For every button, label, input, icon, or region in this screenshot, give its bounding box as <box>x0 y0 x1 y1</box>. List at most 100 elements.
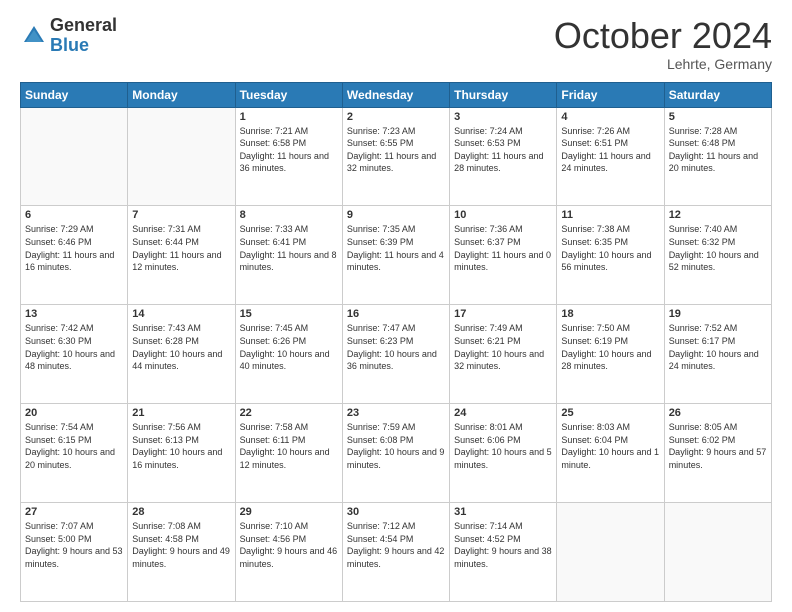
col-monday: Monday <box>128 82 235 107</box>
logo-blue: Blue <box>50 35 89 55</box>
day-cell: 30 Sunrise: 7:12 AM Sunset: 4:54 PM Dayli… <box>342 503 449 602</box>
day-number: 16 <box>347 308 445 320</box>
day-number: 4 <box>561 111 659 123</box>
day-info: Sunrise: 7:07 AM Sunset: 5:00 PM Dayligh… <box>25 520 123 570</box>
day-info: Sunrise: 8:01 AM Sunset: 6:06 PM Dayligh… <box>454 421 552 471</box>
day-cell: 14Sunrise: 7:43 AM Sunset: 6:28 PM Dayli… <box>128 305 235 404</box>
day-number: 15 <box>240 308 338 320</box>
day-number: 5 <box>669 111 767 123</box>
title-block: October 2024 Lehrte, Germany <box>554 16 772 72</box>
logo: General Blue <box>20 16 117 56</box>
calendar-table: Sunday Monday Tuesday Wednesday Thursday… <box>20 82 772 602</box>
day-cell: 21 Sunrise: 7:56 AM Sunset: 6:13 PM Dayli… <box>128 404 235 503</box>
day-cell: 15 Sunrise: 7:45 AM Sunset: 6:26 PM Dayli… <box>235 305 342 404</box>
day-info: Sunrise: 7:12 AM Sunset: 4:54 PM Dayligh… <box>347 520 445 570</box>
day-info: Sunrise: 7:36 AM Sunset: 6:37 PM Dayligh… <box>454 223 552 273</box>
day-cell <box>21 107 128 206</box>
day-info: Sunrise: 7:10 AM Sunset: 4:56 PM Dayligh… <box>240 520 338 570</box>
col-tuesday: Tuesday <box>235 82 342 107</box>
day-number: 28 <box>132 506 230 518</box>
day-info: Sunrise: 7:52 AM Sunset: 6:17 PM Dayligh… <box>669 322 767 372</box>
day-info: Sunrise: 7:47 AM Sunset: 6:23 PM Dayligh… <box>347 322 445 372</box>
day-cell: 9Sunrise: 7:35 AM Sunset: 6:39 PM Daylig… <box>342 206 449 305</box>
day-number: 21 <box>132 407 230 419</box>
day-cell: 5Sunrise: 7:28 AM Sunset: 6:48 PM Daylig… <box>664 107 771 206</box>
day-info: Sunrise: 7:56 AM Sunset: 6:13 PM Dayligh… <box>132 421 230 471</box>
day-cell: 29 Sunrise: 7:10 AM Sunset: 4:56 PM Dayli… <box>235 503 342 602</box>
day-info: Sunrise: 7:49 AM Sunset: 6:21 PM Dayligh… <box>454 322 552 372</box>
day-number: 18 <box>561 308 659 320</box>
day-number: 13 <box>25 308 123 320</box>
day-number: 12 <box>669 209 767 221</box>
day-number: 2 <box>347 111 445 123</box>
week-row-5: 27 Sunrise: 7:07 AM Sunset: 5:00 PM Dayli… <box>21 503 772 602</box>
location: Lehrte, Germany <box>554 56 772 72</box>
day-info: Sunrise: 7:26 AM Sunset: 6:51 PM Dayligh… <box>561 125 659 175</box>
day-number: 19 <box>669 308 767 320</box>
day-number: 25 <box>561 407 659 419</box>
day-cell: 2 Sunrise: 7:23 AM Sunset: 6:55 PM Daylig… <box>342 107 449 206</box>
day-cell: 12Sunrise: 7:40 AM Sunset: 6:32 PM Dayli… <box>664 206 771 305</box>
day-info: Sunrise: 8:05 AM Sunset: 6:02 PM Dayligh… <box>669 421 767 471</box>
day-info: Sunrise: 7:50 AM Sunset: 6:19 PM Dayligh… <box>561 322 659 372</box>
day-info: Sunrise: 7:21 AM Sunset: 6:58 PM Dayligh… <box>240 125 338 175</box>
day-info: Sunrise: 7:33 AM Sunset: 6:41 PM Dayligh… <box>240 223 338 273</box>
day-number: 6 <box>25 209 123 221</box>
day-cell: 17Sunrise: 7:49 AM Sunset: 6:21 PM Dayli… <box>450 305 557 404</box>
day-cell <box>128 107 235 206</box>
day-info: Sunrise: 7:58 AM Sunset: 6:11 PM Dayligh… <box>240 421 338 471</box>
col-thursday: Thursday <box>450 82 557 107</box>
day-number: 20 <box>25 407 123 419</box>
day-number: 27 <box>25 506 123 518</box>
day-number: 23 <box>347 407 445 419</box>
day-number: 26 <box>669 407 767 419</box>
day-number: 11 <box>561 209 659 221</box>
day-cell: 24 Sunrise: 8:01 AM Sunset: 6:06 PM Dayli… <box>450 404 557 503</box>
day-number: 8 <box>240 209 338 221</box>
day-info: Sunrise: 7:24 AM Sunset: 6:53 PM Dayligh… <box>454 125 552 175</box>
day-number: 31 <box>454 506 552 518</box>
day-number: 29 <box>240 506 338 518</box>
day-cell: 7Sunrise: 7:31 AM Sunset: 6:44 PM Daylig… <box>128 206 235 305</box>
header-row: Sunday Monday Tuesday Wednesday Thursday… <box>21 82 772 107</box>
col-saturday: Saturday <box>664 82 771 107</box>
day-info: Sunrise: 7:29 AM Sunset: 6:46 PM Dayligh… <box>25 223 123 273</box>
day-number: 10 <box>454 209 552 221</box>
day-number: 14 <box>132 308 230 320</box>
day-cell: 11 Sunrise: 7:38 AM Sunset: 6:35 PM Dayli… <box>557 206 664 305</box>
day-number: 24 <box>454 407 552 419</box>
day-info: Sunrise: 7:23 AM Sunset: 6:55 PM Dayligh… <box>347 125 445 175</box>
day-cell: 6 Sunrise: 7:29 AM Sunset: 6:46 PM Daylig… <box>21 206 128 305</box>
day-info: Sunrise: 8:03 AM Sunset: 6:04 PM Dayligh… <box>561 421 659 471</box>
day-cell: 16 Sunrise: 7:47 AM Sunset: 6:23 PM Dayli… <box>342 305 449 404</box>
day-info: Sunrise: 7:42 AM Sunset: 6:30 PM Dayligh… <box>25 322 123 372</box>
day-cell: 20Sunrise: 7:54 AM Sunset: 6:15 PM Dayli… <box>21 404 128 503</box>
day-info: Sunrise: 7:14 AM Sunset: 4:52 PM Dayligh… <box>454 520 552 570</box>
day-cell: 1Sunrise: 7:21 AM Sunset: 6:58 PM Daylig… <box>235 107 342 206</box>
day-number: 30 <box>347 506 445 518</box>
day-cell: 25 Sunrise: 8:03 AM Sunset: 6:04 PM Dayli… <box>557 404 664 503</box>
day-info: Sunrise: 7:31 AM Sunset: 6:44 PM Dayligh… <box>132 223 230 273</box>
day-number: 22 <box>240 407 338 419</box>
day-info: Sunrise: 7:45 AM Sunset: 6:26 PM Dayligh… <box>240 322 338 372</box>
week-row-1: 1Sunrise: 7:21 AM Sunset: 6:58 PM Daylig… <box>21 107 772 206</box>
day-cell: 28Sunrise: 7:08 AM Sunset: 4:58 PM Dayli… <box>128 503 235 602</box>
day-cell: 19 Sunrise: 7:52 AM Sunset: 6:17 PM Dayli… <box>664 305 771 404</box>
day-cell: 8 Sunrise: 7:33 AM Sunset: 6:41 PM Daylig… <box>235 206 342 305</box>
day-cell: 4 Sunrise: 7:26 AM Sunset: 6:51 PM Daylig… <box>557 107 664 206</box>
day-cell: 27 Sunrise: 7:07 AM Sunset: 5:00 PM Dayli… <box>21 503 128 602</box>
day-cell: 3 Sunrise: 7:24 AM Sunset: 6:53 PM Daylig… <box>450 107 557 206</box>
day-cell <box>664 503 771 602</box>
day-cell: 13 Sunrise: 7:42 AM Sunset: 6:30 PM Dayli… <box>21 305 128 404</box>
col-friday: Friday <box>557 82 664 107</box>
day-cell: 18 Sunrise: 7:50 AM Sunset: 6:19 PM Dayli… <box>557 305 664 404</box>
day-info: Sunrise: 7:38 AM Sunset: 6:35 PM Dayligh… <box>561 223 659 273</box>
day-cell: 22 Sunrise: 7:58 AM Sunset: 6:11 PM Dayli… <box>235 404 342 503</box>
day-cell: 10 Sunrise: 7:36 AM Sunset: 6:37 PM Dayli… <box>450 206 557 305</box>
col-wednesday: Wednesday <box>342 82 449 107</box>
day-number: 3 <box>454 111 552 123</box>
day-cell <box>557 503 664 602</box>
page: General Blue October 2024 Lehrte, German… <box>0 0 792 612</box>
logo-general: General <box>50 15 117 35</box>
week-row-3: 13 Sunrise: 7:42 AM Sunset: 6:30 PM Dayli… <box>21 305 772 404</box>
